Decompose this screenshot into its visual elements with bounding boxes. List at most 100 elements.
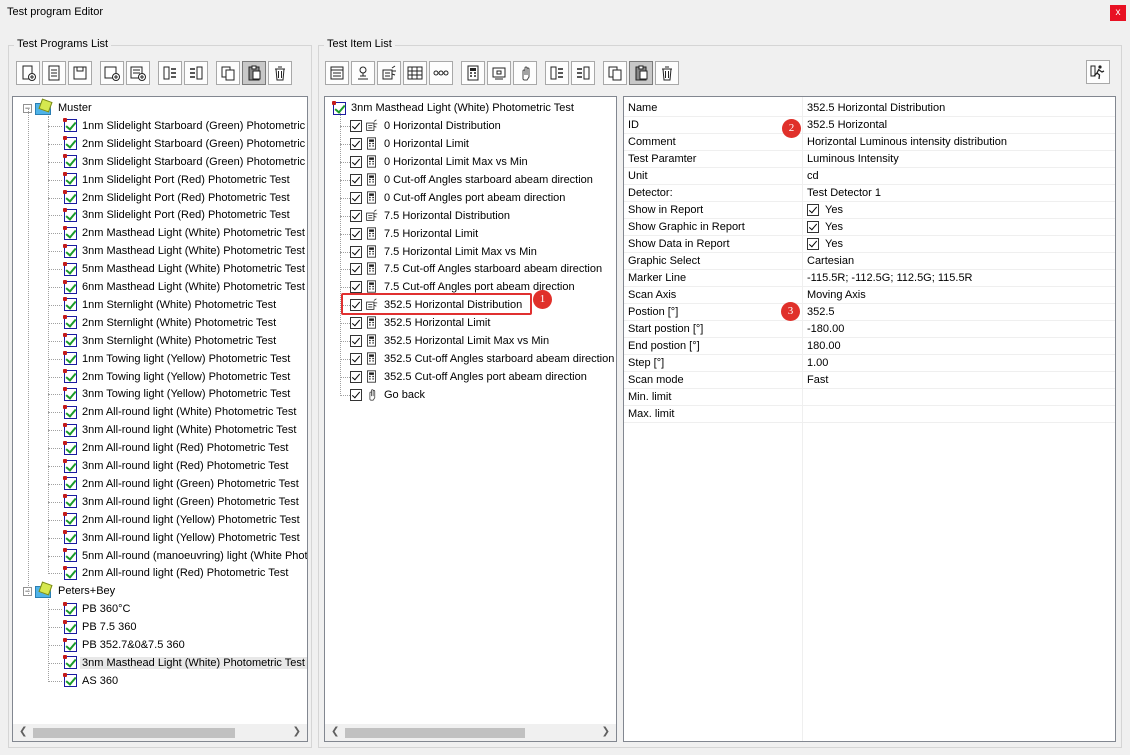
detector-button[interactable] — [351, 61, 375, 85]
test-item-row[interactable]: 0 Cut-off Angles starboard abeam directi… — [350, 171, 595, 189]
program-tree-item[interactable]: 2nm Masthead Light (White) Photometric T… — [63, 224, 307, 242]
item-checkbox[interactable] — [350, 173, 362, 186]
test-item-row[interactable]: 7.5 Horizontal Distribution — [350, 207, 512, 225]
property-value-cell[interactable]: Yes — [807, 221, 843, 233]
program-tree-item[interactable]: PB 352.7&0&7.5 360 — [63, 636, 187, 654]
property-value-cell[interactable]: Test Detector 1 — [807, 187, 881, 199]
property-value-cell[interactable]: Yes — [807, 204, 843, 216]
program-tree-item[interactable]: 2nm Slidelight Starboard (Green) Photome… — [63, 135, 307, 153]
property-value-cell[interactable]: 352.5 Horizontal — [807, 119, 887, 131]
table-button[interactable] — [403, 61, 427, 85]
distribution-button[interactable] — [377, 61, 401, 85]
item-checkbox[interactable] — [350, 191, 362, 204]
scroll-left-icon[interactable]: ❮ — [331, 726, 339, 737]
item-checkbox[interactable] — [350, 138, 362, 151]
scroll-thumb[interactable] — [33, 728, 235, 738]
delete-button[interactable] — [655, 61, 679, 85]
item-checkbox[interactable] — [350, 352, 362, 365]
programs-hscrollbar[interactable]: ❮ ❯ — [13, 724, 307, 741]
property-row[interactable]: Scan mode Fast — [624, 372, 1115, 389]
property-checkbox[interactable] — [807, 204, 819, 216]
close-button[interactable]: x — [1110, 5, 1126, 21]
property-row[interactable]: Show Graphic in Report Yes — [624, 219, 1115, 236]
program-tree-item[interactable]: 3nm Masthead Light (White) Photometric T… — [63, 654, 307, 672]
edit-program-button[interactable] — [42, 61, 66, 85]
program-tree-item[interactable]: 5nm Masthead Light (White) Photometric T… — [63, 260, 307, 278]
program-tree-item[interactable]: 3nm Slidelight Port (Red) Photometric Te… — [63, 206, 292, 224]
program-tree-item[interactable]: PB 360°C — [63, 600, 132, 618]
program-tree-item[interactable]: 3nm Sternlight (White) Photometric Test — [63, 332, 278, 350]
program-tree-item[interactable]: 3nm Masthead Light (White) Photometric T… — [63, 242, 307, 260]
tree-group-muster[interactable]: − Muster — [23, 98, 94, 117]
exit-button[interactable] — [1086, 60, 1110, 84]
property-row[interactable]: ID 352.5 Horizontal — [624, 117, 1115, 134]
test-item-row[interactable]: 7.5 Horizontal Limit — [350, 225, 480, 243]
scroll-right-icon[interactable]: ❯ — [602, 726, 610, 737]
property-value-cell[interactable]: 352.5 — [807, 306, 835, 318]
programs-tree[interactable]: − Muster 1nm Slidelight Starboard (Green) … — [12, 96, 308, 742]
new-program-button[interactable] — [16, 61, 40, 85]
program-tree-item[interactable]: 1nm Sternlight (White) Photometric Test — [63, 296, 278, 314]
property-value-cell[interactable]: Moving Axis — [807, 289, 866, 301]
copy-button[interactable] — [603, 61, 627, 85]
property-row[interactable]: Scan Axis Moving Axis — [624, 287, 1115, 304]
program-tree-item[interactable]: 3nm All-round light (Yellow) Photometric… — [63, 529, 302, 547]
screen-button[interactable] — [487, 61, 511, 85]
program-tree-item[interactable]: 3nm All-round light (White) Photometric … — [63, 421, 298, 439]
move-up-button[interactable] — [158, 61, 182, 85]
property-value-cell[interactable]: 1.00 — [807, 357, 828, 369]
save-button[interactable] — [68, 61, 92, 85]
move-down-button[interactable] — [184, 61, 208, 85]
property-row[interactable]: Name 352.5 Horizontal Distribution — [624, 100, 1115, 117]
test-item-root[interactable]: 3nm Masthead Light (White) Photometric T… — [332, 99, 576, 117]
property-value-cell[interactable]: 352.5 Horizontal Distribution — [807, 102, 945, 114]
item-checkbox[interactable] — [350, 245, 362, 258]
property-row[interactable]: Min. limit — [624, 389, 1115, 406]
program-tree-item[interactable]: 2nm All-round light (White) Photometric … — [63, 403, 298, 421]
property-value-cell[interactable]: Fast — [807, 374, 828, 386]
program-tree-item[interactable]: PB 7.5 360 — [63, 618, 138, 636]
delete-button[interactable] — [268, 61, 292, 85]
property-value-cell[interactable]: -115.5R; -112.5G; 112.5G; 115.5R — [807, 272, 973, 284]
item-checkbox[interactable] — [350, 335, 362, 347]
dots-button[interactable] — [429, 61, 453, 85]
property-row[interactable]: Unit cd — [624, 168, 1115, 185]
move-up-button[interactable] — [545, 61, 569, 85]
program-tree-item[interactable]: 6nm Masthead Light (White) Photometric T… — [63, 278, 307, 296]
property-row[interactable]: Show Data in Report Yes — [624, 236, 1115, 253]
test-item-row[interactable]: 352.5 Cut-off Angles port abeam directio… — [350, 368, 589, 386]
test-item-row[interactable]: 0 Horizontal Limit Max vs Min — [350, 153, 530, 171]
property-row[interactable]: Test Paramter Luminous Intensity — [624, 151, 1115, 168]
add-list-button[interactable] — [126, 61, 150, 85]
property-row[interactable]: End postion [°] 180.00 — [624, 338, 1115, 355]
program-tree-item[interactable]: AS 360 — [63, 672, 120, 690]
program-tree-item[interactable]: 1nm Slidelight Port (Red) Photometric Te… — [63, 171, 292, 189]
test-item-row[interactable]: Go back — [350, 386, 427, 404]
scroll-thumb[interactable] — [345, 728, 525, 738]
property-value-cell[interactable]: Cartesian — [807, 255, 854, 267]
paste-button[interactable] — [242, 61, 266, 85]
paste-button[interactable] — [629, 61, 653, 85]
program-tree-item[interactable]: 5nm All-round (manoeuvring) light (White… — [63, 547, 307, 565]
test-item-row[interactable]: 7.5 Horizontal Limit Max vs Min — [350, 243, 539, 261]
program-tree-item[interactable]: 2nm All-round light (Green) Photometric … — [63, 475, 301, 493]
dialog-button[interactable] — [325, 61, 349, 85]
item-checkbox[interactable] — [350, 388, 362, 401]
test-item-row[interactable]: 352.5 Horizontal Limit Max vs Min — [350, 332, 551, 350]
program-tree-item[interactable]: 2nm All-round light (Red) Photometric Te… — [63, 564, 290, 582]
item-checkbox[interactable] — [350, 209, 362, 222]
program-tree-item[interactable]: 2nm Towing light (Yellow) Photometric Te… — [63, 368, 292, 386]
property-row[interactable]: Marker Line -115.5R; -112.5G; 112.5G; 115… — [624, 270, 1115, 287]
items-hscrollbar[interactable]: ❮ ❯ — [325, 724, 616, 741]
item-checkbox[interactable] — [350, 317, 362, 330]
program-tree-item[interactable]: 3nm All-round light (Red) Photometric Te… — [63, 457, 290, 475]
property-value-cell[interactable]: Luminous Intensity — [807, 153, 899, 165]
test-item-row[interactable]: 352.5 Horizontal Limit — [350, 314, 492, 332]
property-checkbox[interactable] — [807, 238, 819, 250]
copy-button[interactable] — [216, 61, 240, 85]
property-value-cell[interactable]: 180.00 — [807, 340, 841, 352]
property-row[interactable]: Detector: Test Detector 1 — [624, 185, 1115, 202]
hand-button[interactable] — [513, 61, 537, 85]
property-row[interactable]: Graphic Select Cartesian — [624, 253, 1115, 270]
test-item-row[interactable]: 0 Cut-off Angles port abeam direction — [350, 189, 567, 207]
